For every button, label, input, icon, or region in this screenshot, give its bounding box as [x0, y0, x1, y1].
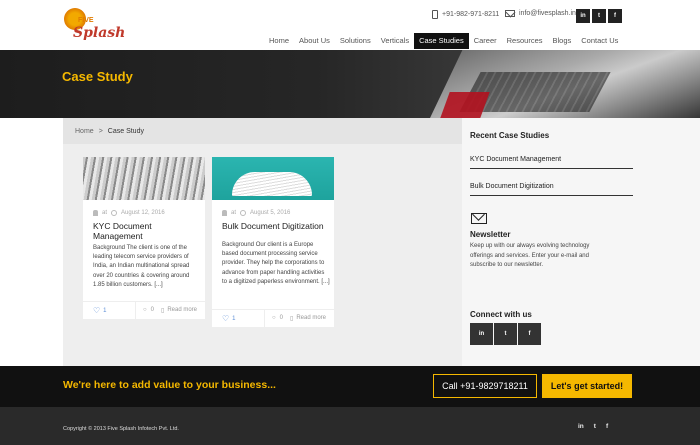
- twitter-icon[interactable]: t: [594, 423, 596, 430]
- call-button[interactable]: Call +91-9829718211: [433, 374, 537, 398]
- site-logo[interactable]: FIVE Splash: [64, 8, 125, 44]
- phone-icon: [432, 10, 438, 19]
- card-title[interactable]: KYC Document Management: [93, 221, 201, 241]
- heart-icon: ♡: [222, 314, 230, 323]
- nav-about-us[interactable]: About Us: [294, 33, 335, 49]
- nav-blogs[interactable]: Blogs: [548, 33, 577, 49]
- facebook-icon[interactable]: f: [606, 423, 608, 430]
- nav-career[interactable]: Career: [469, 33, 502, 49]
- read-more-text: Read more: [167, 307, 197, 313]
- read-more-link[interactable]: ▯ Read more: [290, 315, 326, 322]
- card-footer: ♡ 1 ○ 0 ▯ Read more: [212, 309, 334, 328]
- linkedin-icon[interactable]: in: [470, 323, 493, 345]
- read-more-text: Read more: [296, 315, 326, 321]
- like-count: 1: [103, 308, 107, 314]
- card-excerpt: Background Our client is a Europe based …: [222, 242, 330, 285]
- like-count: 1: [232, 316, 236, 322]
- sidebar-social: in t f: [470, 323, 541, 345]
- header-phone[interactable]: +91-982-971-8211: [432, 10, 499, 19]
- logo-splash-text: Splash: [73, 25, 126, 41]
- comment-count[interactable]: ○ 0: [143, 307, 154, 313]
- card-image-book[interactable]: [212, 157, 334, 200]
- card-meta: at August 5, 2016: [222, 210, 290, 216]
- recent-link-kyc[interactable]: KYC Document Management: [470, 156, 633, 169]
- twitter-icon[interactable]: t: [592, 9, 606, 23]
- nav-verticals[interactable]: Verticals: [376, 33, 414, 49]
- card-image-files[interactable]: [83, 157, 205, 200]
- case-study-card: at August 12, 2016 KYC Document Manageme…: [83, 157, 205, 320]
- logo-five-text: FIVE: [78, 17, 94, 24]
- nav-case-studies[interactable]: Case Studies: [414, 33, 469, 49]
- breadcrumb-current: Case Study: [107, 127, 144, 135]
- user-icon: [222, 210, 227, 216]
- clock-icon: [111, 210, 118, 216]
- twitter-icon[interactable]: t: [494, 323, 517, 345]
- card-author: at: [102, 210, 108, 216]
- card-title[interactable]: Bulk Document Digitization: [222, 221, 330, 231]
- card-author: at: [231, 210, 237, 216]
- header-social: in t f: [576, 9, 622, 23]
- book-illustration: [232, 172, 312, 196]
- facebook-icon[interactable]: f: [518, 323, 541, 345]
- read-more-link[interactable]: ▯ Read more: [161, 307, 197, 314]
- comment-icon: ○: [143, 307, 147, 313]
- main-content: Home > Case Study at August 12, 2016 KYC…: [63, 118, 462, 366]
- footer-divider: [264, 310, 265, 328]
- recent-heading: Recent Case Studies: [470, 131, 550, 140]
- envelope-icon: [471, 213, 487, 224]
- nav-contact-us[interactable]: Contact Us: [576, 33, 623, 49]
- header-phone-text: +91-982-971-8211: [442, 11, 500, 18]
- cta-band: We're here to add value to your business…: [0, 366, 700, 407]
- comment-count[interactable]: ○ 0: [272, 315, 283, 321]
- comment-icon: ○: [272, 315, 276, 321]
- recent-link-bulk[interactable]: Bulk Document Digitization: [470, 183, 633, 196]
- newsletter-text: Keep up with our always evolving technol…: [470, 243, 590, 268]
- clock-icon: [240, 210, 247, 216]
- copyright-text: Copyright © 2013 Five Splash Infotech Pv…: [63, 426, 179, 432]
- breadcrumb-separator-icon: >: [98, 127, 103, 135]
- cta-message: We're here to add value to your business…: [63, 379, 276, 391]
- page-banner: Case Study: [0, 50, 700, 118]
- header-email[interactable]: info@fivesplash.in: [505, 10, 576, 17]
- linkedin-icon[interactable]: in: [578, 423, 584, 430]
- main-nav: Home About Us Solutions Verticals Case S…: [264, 33, 623, 49]
- card-excerpt: Background The client is one of the lead…: [93, 245, 190, 288]
- connect-heading: Connect with us: [470, 310, 532, 319]
- site-footer: Copyright © 2013 Five Splash Infotech Pv…: [0, 407, 700, 445]
- like-button[interactable]: ♡ 1: [222, 315, 236, 323]
- linkedin-icon[interactable]: in: [576, 9, 590, 23]
- heart-icon: ♡: [93, 306, 101, 315]
- like-button[interactable]: ♡ 1: [93, 307, 107, 315]
- comment-count-text: 0: [150, 307, 154, 313]
- card-meta: at August 12, 2016: [93, 210, 165, 216]
- card-date: August 5, 2016: [250, 210, 291, 216]
- footer-divider: [135, 302, 136, 320]
- newsletter-heading: Newsletter: [470, 230, 511, 239]
- breadcrumb: Home > Case Study: [63, 118, 462, 144]
- document-icon: ▯: [290, 316, 294, 322]
- get-started-button[interactable]: Let's get started!: [542, 374, 632, 398]
- footer-social: in t f: [578, 423, 608, 430]
- page-title: Case Study: [62, 69, 133, 84]
- nav-solutions[interactable]: Solutions: [335, 33, 376, 49]
- case-study-card: at August 5, 2016 Bulk Document Digitiza…: [212, 157, 334, 328]
- facebook-icon[interactable]: f: [608, 9, 622, 23]
- document-icon: ▯: [161, 308, 165, 314]
- comment-count-text: 0: [279, 315, 283, 321]
- mail-icon: [505, 10, 515, 17]
- header-email-text: info@fivesplash.in: [519, 10, 576, 17]
- site-header: FIVE Splash +91-982-971-8211 info@fivesp…: [0, 0, 700, 50]
- sidebar: Recent Case Studies KYC Document Managem…: [462, 118, 700, 366]
- card-date: August 12, 2016: [121, 210, 165, 216]
- nav-home[interactable]: Home: [264, 33, 294, 49]
- nav-resources[interactable]: Resources: [502, 33, 548, 49]
- card-footer: ♡ 1 ○ 0 ▯ Read more: [83, 301, 205, 320]
- user-icon: [93, 210, 98, 216]
- breadcrumb-home[interactable]: Home: [75, 128, 94, 135]
